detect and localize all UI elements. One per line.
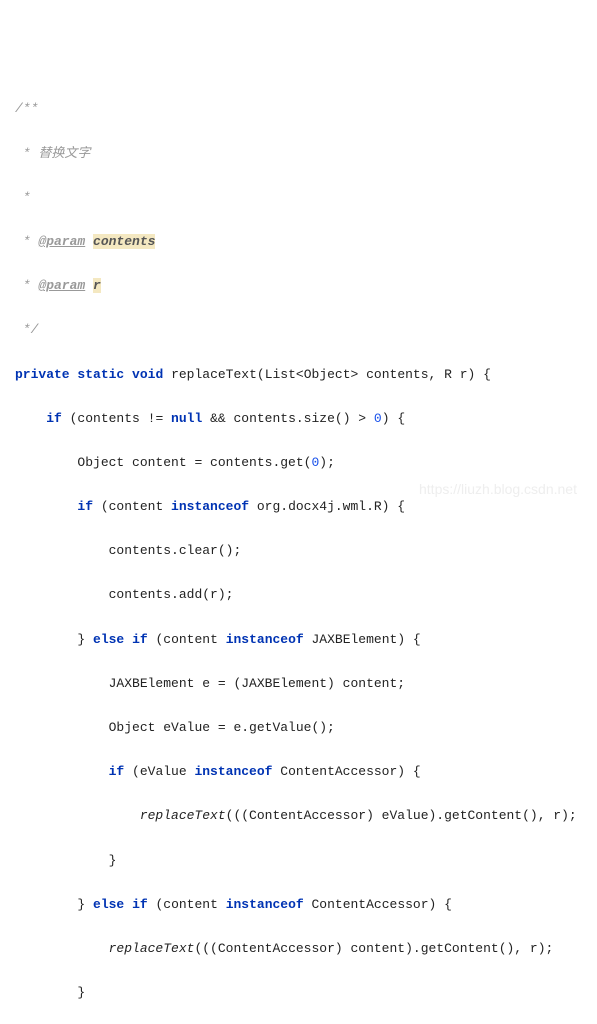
if-evalue-accessor: if (eValue instanceof ContentAccessor) { [15, 761, 582, 783]
elseif-jaxb: } else if (content instanceof JAXBElemen… [15, 629, 582, 651]
recurse-content: replaceText(((ContentAccessor) content).… [15, 938, 582, 960]
if-instanceof-r: if (content instanceof org.docx4j.wml.R)… [15, 496, 582, 518]
comment-close: */ [15, 319, 582, 341]
contents-add: contents.add(r); [15, 584, 582, 606]
contents-clear: contents.clear(); [15, 540, 582, 562]
comment-blank-1: * [15, 187, 582, 209]
close-elseif: } [15, 982, 582, 1004]
comment-param-2: * @param r [15, 275, 582, 297]
comment-param-1: * @param contents [15, 231, 582, 253]
elseif-accessor: } else if (content instanceof ContentAcc… [15, 894, 582, 916]
var-e: JAXBElement e = (JAXBElement) content; [15, 673, 582, 695]
if-contents-null: if (contents != null && contents.size() … [15, 408, 582, 430]
close-inner-if: } [15, 850, 582, 872]
var-evalue: Object eValue = e.getValue(); [15, 717, 582, 739]
comment-desc: * 替换文字 [15, 143, 582, 165]
var-content: Object content = contents.get(0); [15, 452, 582, 474]
method-signature: private static void replaceText(List<Obj… [15, 364, 582, 386]
recurse-evalue: replaceText(((ContentAccessor) eValue).g… [15, 805, 582, 827]
comment-open: /** [15, 98, 582, 120]
